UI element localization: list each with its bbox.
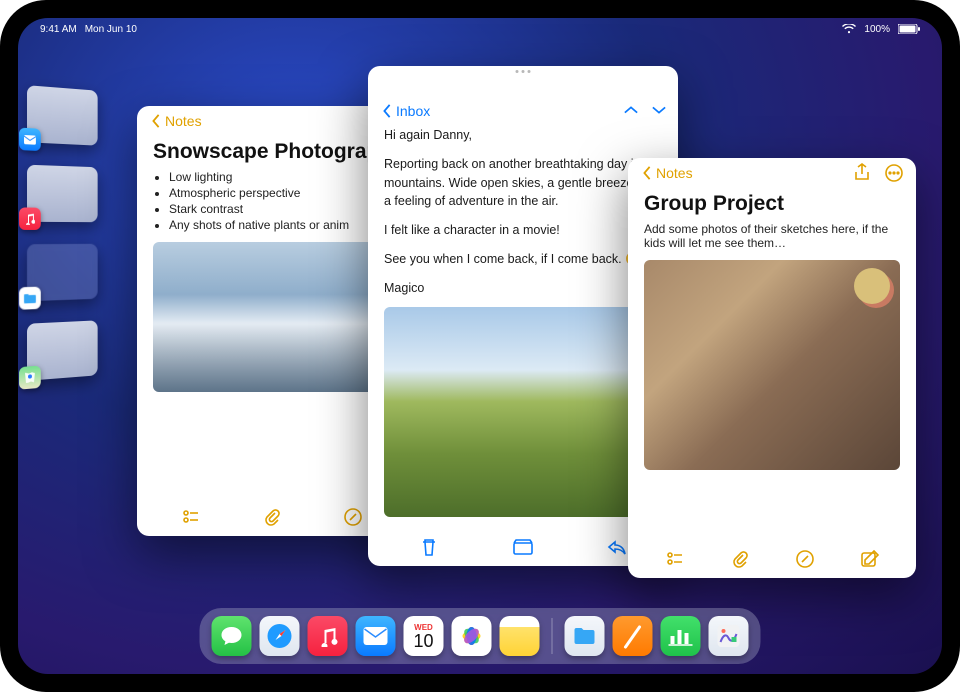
prev-message-icon[interactable] [624,103,638,120]
checklist-icon[interactable] [181,507,201,527]
archive-icon[interactable] [513,537,533,557]
compose-icon[interactable] [860,549,880,569]
mail-paragraph: See you when I come back, if I come back… [384,250,662,269]
stage-item-music[interactable] [27,165,98,223]
reply-icon[interactable] [607,537,627,557]
next-message-icon[interactable] [652,103,666,120]
notes-toolbar [137,496,407,536]
bullet-item: Atmospheric perspective [169,186,391,200]
battery-percent: 100% [864,24,890,35]
window-notes-snowscape[interactable]: Notes Snowscape Photograp Low lighting A… [137,106,407,536]
dock-separator [552,618,553,654]
screen: 9:41 AM Mon Jun 10 100% [18,18,942,674]
maps-icon [19,366,41,390]
back-label: Notes [165,113,202,129]
note-image [644,260,900,470]
dock-app-mail[interactable] [356,616,396,656]
note-title: Group Project [628,188,916,222]
back-label: Notes [656,165,693,181]
stage-item-files[interactable] [27,244,98,302]
mail-paragraph: I felt like a character in a movie! [384,221,662,240]
bullet-item: Any shots of native plants or anim [169,218,391,232]
dock-app-music[interactable] [308,616,348,656]
share-icon[interactable] [854,163,870,184]
dock-app-calendar[interactable]: WED 10 [404,616,444,656]
attachment-icon[interactable] [730,549,750,569]
stage-item-mail[interactable] [27,85,98,145]
calendar-day: 10 [413,632,433,650]
dock-app-safari[interactable] [260,616,300,656]
bullet-item: Low lighting [169,170,391,184]
note-text: Add some photos of their sketches here, … [644,222,900,250]
attachment-icon[interactable] [262,507,282,527]
bullet-item: Stark contrast [169,202,391,216]
ipad-frame: 9:41 AM Mon Jun 10 100% [0,0,960,692]
mail-image [384,307,662,517]
markup-icon[interactable] [343,507,363,527]
back-label: Inbox [396,103,430,119]
markup-icon[interactable] [795,549,815,569]
note-title: Snowscape Photograp [137,136,407,170]
dock-app-freeform[interactable] [709,616,749,656]
dock-app-pages[interactable] [613,616,653,656]
battery-icon [898,24,920,34]
files-icon [19,287,41,310]
back-button[interactable]: Notes [640,165,693,181]
stage-item-maps[interactable] [27,320,98,380]
window-notes-group[interactable]: Notes Group Project Add some photos of t… [628,158,916,578]
dock-app-notes[interactable] [500,616,540,656]
music-icon [19,207,41,230]
checklist-icon[interactable] [665,549,685,569]
dock: WED 10 [200,608,761,664]
status-date: Mon Jun 10 [85,24,137,35]
dock-app-numbers[interactable] [661,616,701,656]
mail-paragraph: Reporting back on another breathtaking d… [384,155,662,211]
stage-manager-strip [26,88,112,378]
trash-icon[interactable] [419,537,439,557]
status-bar: 9:41 AM Mon Jun 10 100% [18,18,942,38]
note-image [153,242,391,392]
note-body: Add some photos of their sketches here, … [628,222,916,538]
status-time: 9:41 AM [40,24,77,35]
notes-toolbar [628,538,916,578]
dock-app-photos[interactable] [452,616,492,656]
back-button[interactable]: Notes [149,113,202,129]
window-menu-icon[interactable] [516,70,531,73]
note-body: Low lighting Atmospheric perspective Sta… [137,170,407,496]
mail-signoff: Magico [384,279,662,298]
dock-app-messages[interactable] [212,616,252,656]
mail-greeting: Hi again Danny, [384,126,662,145]
mail-icon [19,128,41,151]
back-button[interactable]: Inbox [380,103,430,119]
more-icon[interactable] [884,163,904,183]
dock-app-files[interactable] [565,616,605,656]
wifi-icon [842,24,856,34]
